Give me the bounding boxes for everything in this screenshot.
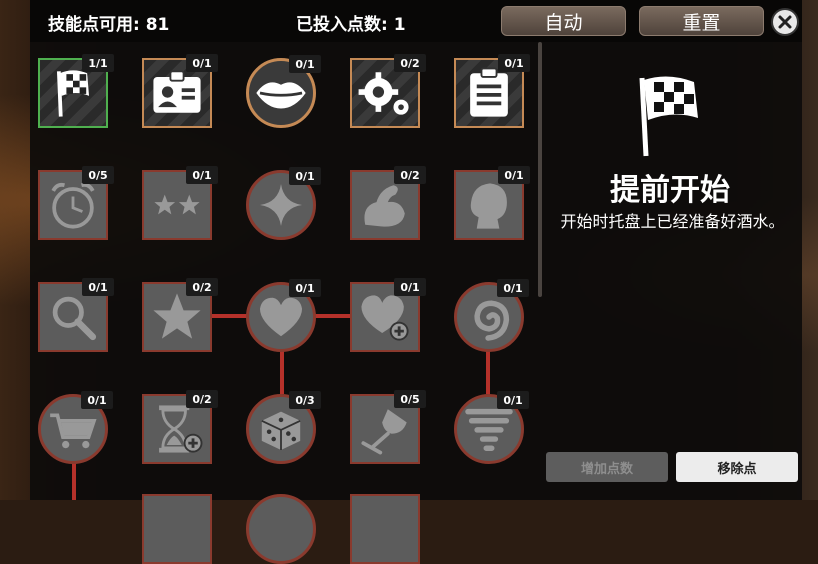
checkered-flag-icon bbox=[639, 76, 698, 157]
skill-node[interactable]: 0/1 bbox=[454, 279, 529, 352]
skill-level-badge: 0/2 bbox=[394, 166, 426, 184]
skill-level-badge: 0/1 bbox=[497, 391, 529, 409]
skill-level-badge: 0/5 bbox=[82, 166, 114, 184]
skill-node[interactable]: 0/2 bbox=[142, 278, 218, 352]
skill-level-badge: 0/5 bbox=[394, 390, 426, 408]
close-button[interactable] bbox=[771, 8, 799, 36]
skill-node[interactable] bbox=[246, 494, 316, 564]
skill-points-available: 技能点可用: 81 bbox=[48, 15, 170, 35]
skill-node[interactable]: 0/1 bbox=[246, 167, 321, 240]
skill-node[interactable]: 0/1 bbox=[38, 278, 114, 352]
skill-level-badge: 0/2 bbox=[186, 390, 218, 408]
skill-level-badge: 0/1 bbox=[81, 391, 113, 409]
points-spent: 已投入点数: 1 bbox=[296, 15, 406, 35]
skill-node[interactable]: 0/2 bbox=[350, 54, 426, 128]
skill-node[interactable]: 0/1 bbox=[142, 166, 218, 240]
skill-level-badge: 0/1 bbox=[498, 166, 530, 184]
skill-connector bbox=[280, 350, 284, 394]
skill-detail-description: 开始时托盘上已经准备好酒水。 bbox=[560, 212, 785, 231]
skill-node[interactable]: 0/2 bbox=[350, 166, 426, 240]
skill-level-badge: 0/2 bbox=[394, 54, 426, 72]
skill-level-badge: 0/1 bbox=[289, 279, 321, 297]
skill-node[interactable]: 0/1 bbox=[38, 391, 113, 464]
skill-level-badge: 0/1 bbox=[289, 55, 321, 73]
close-icon bbox=[778, 15, 792, 29]
skill-node[interactable]: 0/1 bbox=[142, 54, 218, 128]
remove-point-button[interactable]: 移除点 bbox=[676, 452, 798, 482]
skill-level-badge: 0/1 bbox=[498, 54, 530, 72]
skill-level-badge: 0/1 bbox=[497, 279, 529, 297]
skill-node[interactable] bbox=[142, 494, 212, 564]
skill-node[interactable]: 0/5 bbox=[350, 390, 426, 464]
skill-node[interactable]: 0/2 bbox=[142, 390, 218, 464]
skill-level-badge: 0/1 bbox=[186, 166, 218, 184]
skill-level-badge: 0/1 bbox=[186, 54, 218, 72]
skill-node[interactable]: 0/1 bbox=[350, 278, 426, 352]
skill-node[interactable]: 0/5 bbox=[38, 166, 114, 240]
skill-node[interactable]: 0/3 bbox=[246, 391, 321, 464]
skill-tree-scrollbar[interactable] bbox=[538, 42, 542, 297]
skill-connector bbox=[486, 350, 490, 394]
skill-node[interactable]: 0/1 bbox=[454, 166, 530, 240]
skill-node[interactable]: 0/1 bbox=[246, 55, 321, 128]
skill-level-badge: 0/1 bbox=[394, 278, 426, 296]
skill-node-early-start[interactable]: 1/1 bbox=[38, 54, 114, 128]
skill-level-badge: 0/1 bbox=[289, 167, 321, 185]
skill-node[interactable]: 0/1 bbox=[454, 391, 529, 464]
skill-level-badge: 0/1 bbox=[82, 278, 114, 296]
auto-button[interactable]: 自动 bbox=[501, 6, 626, 36]
skill-node[interactable]: 0/1 bbox=[246, 279, 321, 352]
skill-node[interactable] bbox=[350, 494, 420, 564]
skill-level-badge: 0/3 bbox=[289, 391, 321, 409]
reset-button[interactable]: 重置 bbox=[639, 6, 764, 36]
skill-detail-title: 提前开始 bbox=[610, 173, 730, 208]
add-point-button[interactable]: 增加点数 bbox=[546, 452, 668, 482]
skill-node[interactable]: 0/1 bbox=[454, 54, 530, 128]
skill-level-badge: 1/1 bbox=[82, 54, 114, 72]
skill-level-badge: 0/2 bbox=[186, 278, 218, 296]
